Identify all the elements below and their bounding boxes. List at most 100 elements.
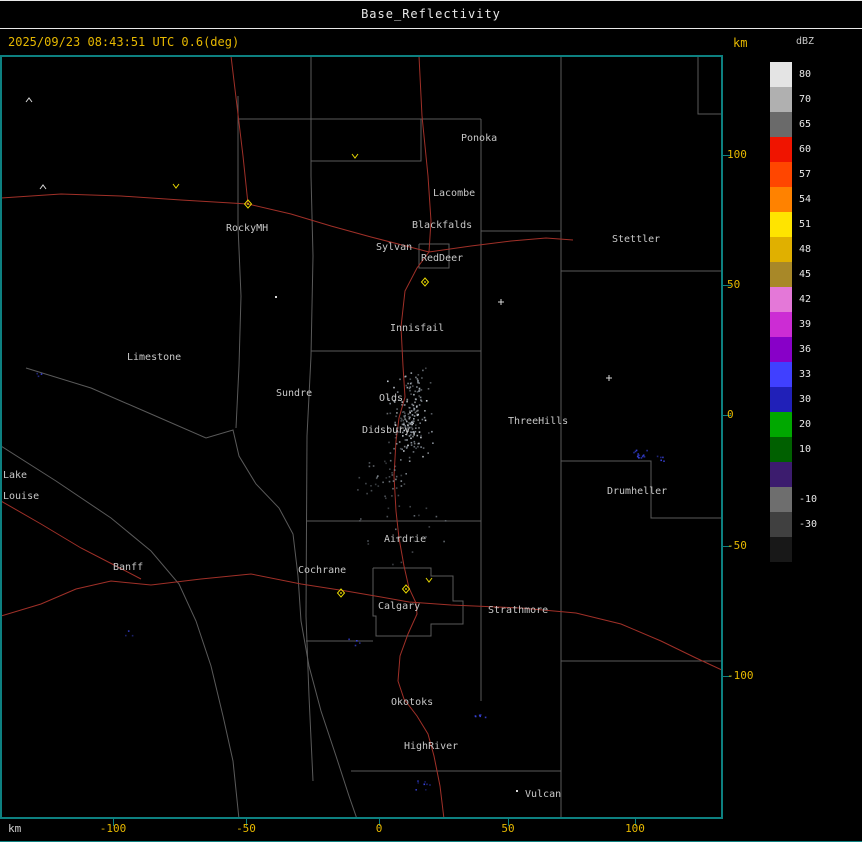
radar-echo-pixel xyxy=(400,459,402,461)
radar-echo-pixel xyxy=(391,495,393,497)
radar-echo-pixel xyxy=(417,419,419,421)
city-label: Calgary xyxy=(378,601,420,612)
radar-echo-pixel xyxy=(395,416,397,418)
radar-echo-pixel xyxy=(445,520,447,522)
city-label: Okotoks xyxy=(391,697,433,708)
radar-echo-pixel xyxy=(415,427,417,429)
radar-echo-pixel xyxy=(411,427,413,429)
county-boundary-line xyxy=(311,119,421,161)
radar-echo-pixel xyxy=(424,784,426,786)
radar-echo-pixel xyxy=(416,386,418,388)
highway-line xyxy=(1,574,722,671)
radar-echo-pixel xyxy=(637,455,639,457)
radar-echo-pixel xyxy=(395,437,397,439)
station-center-dot xyxy=(247,203,249,205)
radar-echo-pixel xyxy=(415,412,417,414)
radar-echo-pixel xyxy=(421,389,423,391)
radar-echo-pixel xyxy=(479,716,481,718)
radar-echo-pixel xyxy=(409,506,411,508)
radar-echo-pixel xyxy=(359,642,361,644)
radar-echo-pixel xyxy=(475,715,477,717)
radar-echo-pixel xyxy=(419,431,421,433)
radar-echo-pixel xyxy=(388,508,390,510)
radar-echo-pixel xyxy=(403,411,405,413)
radar-echo-pixel xyxy=(430,382,432,384)
radar-echo-pixel xyxy=(404,404,406,406)
radar-echo-pixel xyxy=(418,395,420,397)
radar-echo-pixel xyxy=(662,457,664,459)
radar-app-window: Base_Reflectivity 2025/09/23 08:43:51 UT… xyxy=(0,0,862,842)
radar-echo-pixel xyxy=(359,520,361,522)
colorbar-entry: 60 xyxy=(770,137,817,162)
city-label: Stettler xyxy=(612,234,660,245)
radar-echo-pixel xyxy=(400,448,402,450)
colorbar-swatch xyxy=(770,287,792,312)
radar-echo-pixel xyxy=(389,481,391,483)
radar-echo-pixel xyxy=(369,462,371,464)
colorbar-swatch xyxy=(770,337,792,362)
radar-echo-pixel xyxy=(429,784,431,786)
town-dot-icon xyxy=(516,790,518,792)
radar-echo-pixel xyxy=(394,469,396,471)
radar-echo-pixel xyxy=(396,476,398,478)
radar-echo-pixel xyxy=(416,405,418,407)
radar-echo-pixel xyxy=(405,473,407,475)
county-boundary-line xyxy=(236,96,241,428)
radar-plot-area[interactable]: PonokaLacombeBlackfaldsSylvanRedDeerStet… xyxy=(0,55,723,819)
caret-up-icon xyxy=(26,98,32,102)
colorbar-value: 80 xyxy=(799,62,811,87)
radar-echo-pixel xyxy=(420,397,422,399)
colorbar-entry: 57 xyxy=(770,162,817,187)
radar-echo-pixel xyxy=(410,438,412,440)
city-label: Sundre xyxy=(276,388,312,399)
radar-echo-pixel xyxy=(424,410,426,412)
radar-echo-pixel xyxy=(418,515,420,517)
radar-echo-pixel xyxy=(405,439,407,441)
radar-echo-pixel xyxy=(400,420,402,422)
radar-echo-pixel xyxy=(413,431,415,433)
colorbar-value: 54 xyxy=(799,187,811,212)
radar-echo-pixel xyxy=(413,394,415,396)
radar-echo-pixel xyxy=(412,428,414,430)
radar-echo-pixel xyxy=(406,447,408,449)
radar-echo-pixel xyxy=(425,368,427,370)
radar-echo-pixel xyxy=(421,400,423,402)
radar-echo-pixel xyxy=(404,483,406,485)
y-axis-tick-label: 100 xyxy=(727,149,747,161)
radar-echo-pixel xyxy=(399,441,401,443)
radar-echo-pixel xyxy=(637,453,639,455)
radar-echo-pixel xyxy=(391,472,393,474)
colorbar-value: 36 xyxy=(799,337,811,362)
radar-echo-pixel xyxy=(643,454,645,456)
radar-echo-pixel xyxy=(428,388,430,390)
colorbar-value: 65 xyxy=(799,112,811,137)
colorbar: 80706560575451484542393633302010-10-30 xyxy=(770,62,817,562)
y-axis-tick-label: 50 xyxy=(727,279,740,291)
radar-echo-pixel xyxy=(411,444,413,446)
radar-echo-pixel xyxy=(395,529,397,531)
title-bar: Base_Reflectivity xyxy=(0,1,862,27)
colorbar-entry xyxy=(770,462,817,487)
radar-echo-pixel xyxy=(414,446,416,448)
county-boundary-line xyxy=(698,56,722,114)
radar-echo-pixel xyxy=(416,414,418,416)
radar-echo-pixel xyxy=(423,447,425,449)
radar-echo-pixel xyxy=(431,431,433,433)
radar-echo-pixel xyxy=(408,416,410,418)
radar-echo-pixel xyxy=(412,420,414,422)
radar-echo-pixel xyxy=(409,412,411,414)
radar-echo-pixel xyxy=(420,435,422,437)
radar-echo-pixel xyxy=(389,476,391,478)
radar-echo-pixel xyxy=(412,551,414,553)
radar-echo-pixel xyxy=(403,450,405,452)
radar-echo-pixel xyxy=(398,495,400,497)
radar-echo-pixel xyxy=(404,446,406,448)
radar-echo-pixel xyxy=(429,526,431,528)
radar-echo-pixel xyxy=(422,370,424,372)
chevron-down-icon xyxy=(426,578,432,582)
radar-echo-pixel xyxy=(401,449,403,451)
radar-echo-pixel xyxy=(396,408,398,410)
colorbar-entry: 39 xyxy=(770,312,817,337)
radar-echo-pixel xyxy=(384,496,386,498)
colorbar-swatch xyxy=(770,162,792,187)
